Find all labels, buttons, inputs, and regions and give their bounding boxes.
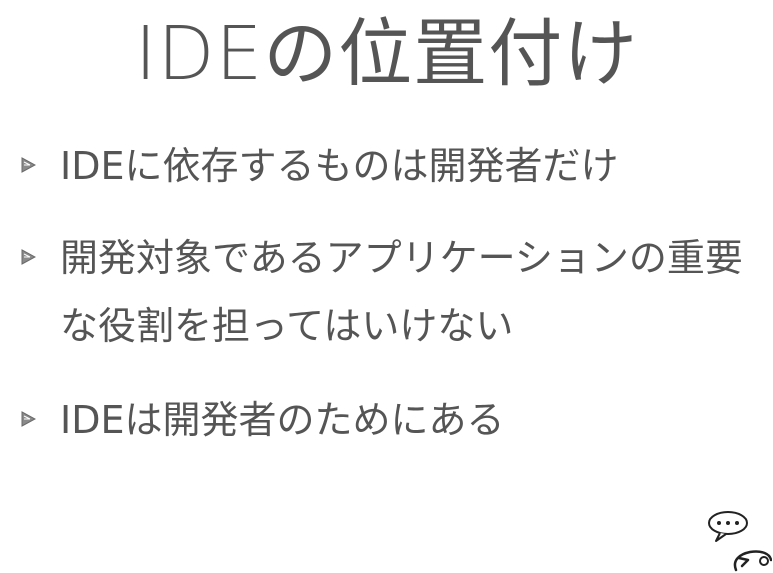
- bullet-text: IDEは開発者のためにある: [60, 398, 505, 442]
- bullet-item: IDEは開発者のためにある: [16, 386, 746, 454]
- slide-title: IDEの位置付け: [134, 11, 639, 97]
- triangle-bullet-icon: [21, 249, 36, 265]
- bullet-text: 開発対象であるアプリケーションの重要な役割を担ってはいけない: [60, 236, 743, 348]
- bullet-item: 開発対象であるアプリケーションの重要な役割を担ってはいけない: [16, 224, 746, 360]
- speech-bubble-mascot-icon: [708, 511, 772, 572]
- bullet-item: IDEに依存するものは開発者だけ: [16, 132, 746, 200]
- slide: IDEの位置付け IDEに依存するものは開発者だけ 開発対象であるアプリケーショ…: [0, 0, 773, 573]
- triangle-bullet-icon: [21, 411, 36, 427]
- bullet-text: IDEに依存するものは開発者だけ: [60, 144, 619, 188]
- bullet-list: IDEに依存するものは開発者だけ 開発対象であるアプリケーションの重要な役割を担…: [16, 132, 746, 478]
- triangle-bullet-icon: [21, 157, 36, 173]
